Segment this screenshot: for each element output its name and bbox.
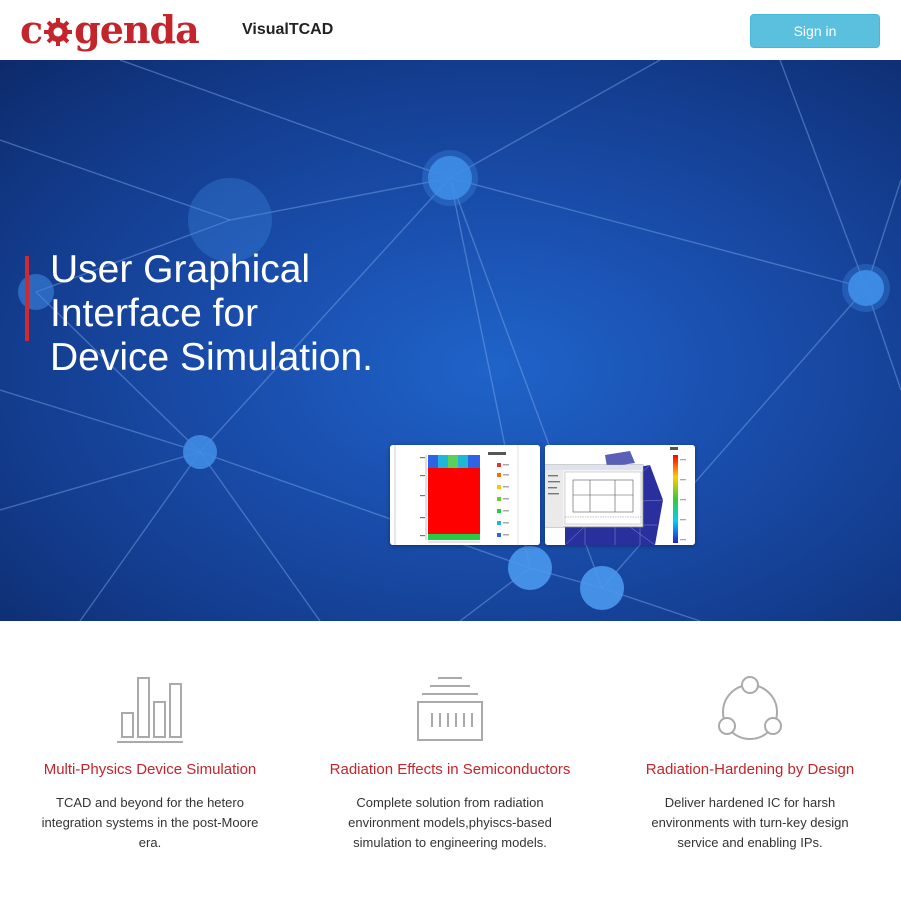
logo-letters-genda: genda bbox=[74, 7, 200, 52]
hero-title-line: Interface for bbox=[50, 292, 259, 335]
logo-letter-c: c bbox=[20, 7, 43, 52]
feature-description: Complete solution from radiation environ… bbox=[348, 795, 552, 850]
hero-title-line: User Graphical bbox=[50, 248, 311, 291]
feature-title[interactable]: Radiation-Hardening by Design bbox=[600, 761, 900, 778]
bar-chart-icon bbox=[117, 677, 183, 743]
mesh-editor-thumbnail[interactable] bbox=[545, 445, 695, 545]
gear-icon bbox=[44, 18, 73, 46]
hero-banner: User Graphical Interface for Device Simu… bbox=[0, 60, 901, 621]
network-nodes-icon bbox=[718, 676, 782, 740]
hero-headline: User Graphical Interface for Device Simu… bbox=[50, 248, 470, 380]
top-navbar: c genda VisualTCAD Sign in bbox=[0, 0, 901, 60]
hero-title-line: Device Simulation. bbox=[50, 336, 373, 379]
feature-description: Deliver hardened IC for harsh environmen… bbox=[651, 795, 849, 850]
chip-icon bbox=[417, 677, 483, 741]
brand-name[interactable]: VisualTCAD bbox=[242, 21, 333, 39]
title-accent-bar bbox=[25, 256, 29, 341]
features-section: Multi-Physics Device Simulation TCAD and… bbox=[0, 621, 901, 901]
region-plot-screenshot-icon bbox=[390, 445, 540, 545]
mesh-editor-screenshot-icon bbox=[545, 445, 695, 545]
feature-title[interactable]: Radiation Effects in Semiconductors bbox=[300, 761, 600, 778]
sign-in-button[interactable]: Sign in bbox=[750, 14, 880, 48]
cogenda-logo[interactable]: c genda bbox=[20, 7, 200, 52]
region-plot-thumbnail[interactable] bbox=[390, 445, 540, 545]
feature-title[interactable]: Multi-Physics Device Simulation bbox=[0, 761, 300, 778]
feature-description: TCAD and beyond for the hetero integrati… bbox=[41, 795, 259, 850]
logo-wordmark: c genda bbox=[20, 7, 200, 52]
